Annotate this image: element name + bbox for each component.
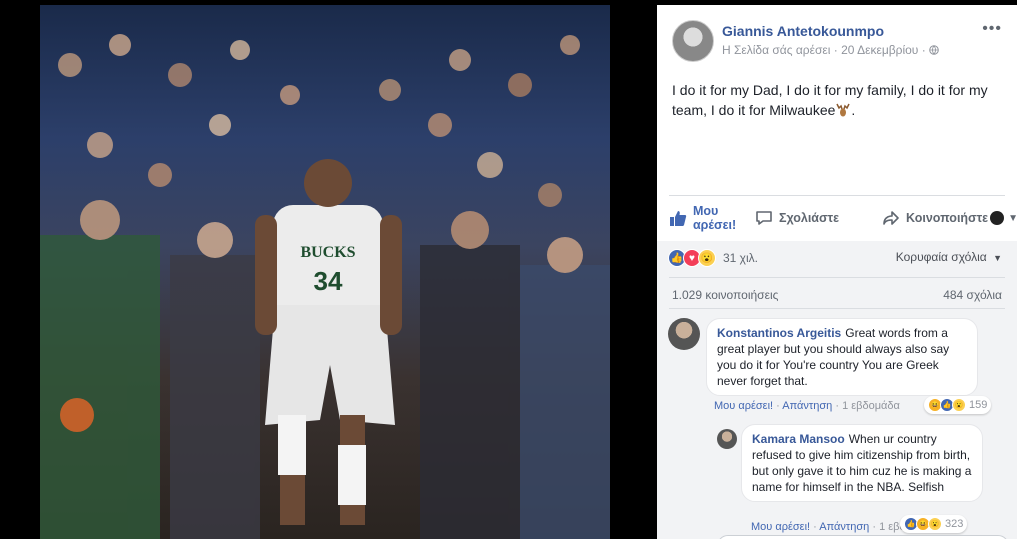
wow-reaction-icon: 😮 <box>698 249 716 267</box>
comment-reply-link[interactable]: Απάντηση <box>782 400 832 412</box>
dot: · <box>835 400 839 412</box>
comment: Konstantinos Argeitis Great words from a … <box>668 318 1013 418</box>
wow-reaction-icon: 😮 <box>952 398 966 412</box>
comment-icon <box>756 211 772 225</box>
divider <box>669 195 1005 196</box>
comments-count[interactable]: 484 σχόλια <box>943 288 1002 302</box>
divider <box>669 277 1005 278</box>
reply-comment: Kamara Mansoo When ur country refused to … <box>717 424 1013 534</box>
comment-like-link[interactable]: Μου αρέσει! <box>714 400 773 412</box>
share-icon <box>883 211 899 225</box>
comment-input[interactable] <box>717 535 1009 539</box>
comment-reply-link[interactable]: Απάντηση <box>819 521 869 533</box>
chevron-down-icon[interactable]: ▼ <box>1008 213 1017 224</box>
reactions-count[interactable]: 31 χιλ. <box>723 251 758 265</box>
meta-separator-2: · <box>921 43 926 57</box>
comment-label: Σχολιάστε <box>779 211 840 225</box>
comment-like-link[interactable]: Μου αρέσει! <box>751 521 810 533</box>
post-side-panel: Giannis Antetokounmpo Η Σελίδα σάς αρέσε… <box>657 5 1017 539</box>
post-message: I do it for my Dad, I do it for my famil… <box>672 82 988 118</box>
comment-bubble: Kamara Mansoo When ur country refused to … <box>741 424 983 502</box>
comment-reactions[interactable]: 👍 😆 😮 323 <box>900 515 968 533</box>
like-label-1: Μου <box>693 204 719 218</box>
like-label-2: αρέσει! <box>693 218 737 232</box>
reactions-summary[interactable]: 👍 ♥ 😮 31 χιλ. <box>668 248 758 268</box>
avatar[interactable] <box>717 429 737 449</box>
post-photo[interactable]: BUCKS 34 <box>40 5 610 539</box>
chevron-down-icon: ▼ <box>993 253 1002 263</box>
thumbs-up-icon <box>670 211 687 226</box>
player-figure: BUCKS 34 <box>255 159 402 525</box>
comment-reaction-count: 323 <box>945 518 964 530</box>
comment-time[interactable]: 1 εβδομάδα <box>842 400 900 412</box>
globe-icon <box>929 45 939 55</box>
dot: · <box>813 521 817 533</box>
share-button[interactable]: Κοινοποιήστε ▼ <box>882 198 1017 238</box>
deer-icon <box>836 103 851 117</box>
post-text: I do it for my Dad, I do it for my famil… <box>672 80 997 120</box>
top-comments-dropdown[interactable]: Κορυφαία σχόλια ▼ <box>896 250 1002 264</box>
post-date[interactable]: 20 Δεκεμβρίου <box>841 43 918 57</box>
comment-actions: Μου αρέσει! · Απάντηση · 1 εβδομάδα <box>714 400 900 412</box>
more-options-icon[interactable]: ••• <box>982 20 1002 38</box>
page-avatar[interactable] <box>672 20 714 62</box>
comment-button[interactable]: Σχολιάστε <box>755 198 839 238</box>
liked-page-label[interactable]: Η Σελίδα σάς αρέσει <box>722 43 830 57</box>
basketball <box>60 398 94 432</box>
shares-count[interactable]: 1.029 κοινοποιήσεις <box>672 288 778 302</box>
dot: · <box>872 521 876 533</box>
avatar[interactable] <box>668 318 700 350</box>
meta-separator: · <box>833 43 838 57</box>
photo-illustration: BUCKS 34 <box>40 34 610 539</box>
action-bar: Μου αρέσει! Σχολιάστε Κοινοποιήστε ▼ <box>669 198 1017 238</box>
comment-author[interactable]: Kamara Mansoo <box>752 432 845 446</box>
post-message-end: . <box>851 102 856 118</box>
comment-reactions[interactable]: 😆 👍 😮 159 <box>924 396 992 414</box>
dot: · <box>776 400 780 412</box>
wow-reaction-icon: 😮 <box>928 517 942 531</box>
post-meta: Η Σελίδα σάς αρέσει · 20 Δεκεμβρίου · <box>722 43 939 57</box>
photo-viewer: BUCKS 34 <box>0 0 657 539</box>
comment-reaction-count: 159 <box>969 399 988 411</box>
jersey-team: BUCKS <box>300 244 355 261</box>
post-header: Giannis Antetokounmpo Η Σελίδα σάς αρέσε… <box>672 20 1002 65</box>
comment-author[interactable]: Konstantinos Argeitis <box>717 326 841 340</box>
share-as-avatar[interactable] <box>990 211 1005 225</box>
page-name-link[interactable]: Giannis Antetokounmpo <box>722 23 884 39</box>
comment-bubble: Konstantinos Argeitis Great words from a … <box>706 318 978 396</box>
divider <box>669 308 1005 309</box>
share-label: Κοινοποιήστε <box>906 211 989 225</box>
top-comments-label: Κορυφαία σχόλια <box>895 250 987 264</box>
jersey-number: 34 <box>314 266 343 296</box>
like-button[interactable]: Μου αρέσει! <box>669 198 736 238</box>
